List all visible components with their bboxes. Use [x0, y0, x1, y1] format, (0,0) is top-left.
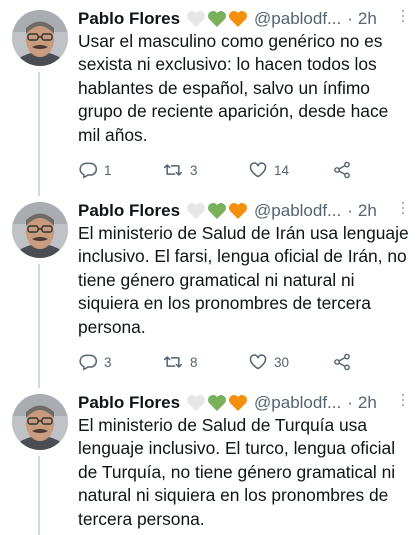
retweet-count: 8	[190, 354, 198, 370]
author-handle[interactable]: @pablodf...	[254, 9, 341, 29]
white-heart-icon	[186, 394, 206, 412]
retweet-button[interactable]: 8	[162, 351, 198, 373]
tweet-text: El ministerio de Salud de Turquía usa le…	[78, 415, 396, 529]
orange-heart-icon	[228, 394, 248, 412]
reply-button[interactable]: 1	[78, 159, 112, 181]
tweet-header: Pablo Flores @pablodf... · 2h	[78, 392, 410, 414]
tweet[interactable]: Pablo Flores @pablodf... · 2h Usar el ma…	[0, 0, 420, 190]
reply-icon	[78, 160, 98, 180]
tweet-actions: 1 3 14	[78, 159, 378, 181]
more-icon[interactable]	[400, 202, 406, 216]
reply-count: 1	[104, 162, 112, 178]
avatar[interactable]	[12, 202, 68, 258]
tweet[interactable]: Pablo Flores @pablodf... · 2h El ministe…	[0, 384, 420, 535]
separator-dot: ·	[347, 9, 353, 28]
share-button[interactable]	[332, 351, 352, 373]
like-button[interactable]: 30	[248, 351, 289, 373]
like-button[interactable]: 14	[248, 159, 289, 181]
timestamp[interactable]: 2h	[358, 393, 377, 413]
white-heart-icon	[186, 202, 206, 220]
retweet-icon	[162, 352, 184, 372]
retweet-count: 3	[190, 162, 198, 178]
name-emoji	[186, 202, 248, 220]
green-heart-icon	[207, 394, 227, 412]
tweet[interactable]: Pablo Flores @pablodf... · 2h El ministe…	[0, 192, 420, 382]
tweet-header: Pablo Flores @pablodf... · 2h	[78, 8, 410, 30]
like-icon	[248, 352, 268, 372]
separator-dot: ·	[347, 393, 353, 412]
tweet-actions: 3 8 30	[78, 351, 378, 373]
more-icon[interactable]	[400, 10, 406, 24]
name-emoji	[186, 394, 248, 412]
retweet-icon	[162, 160, 184, 180]
author-name[interactable]: Pablo Flores	[78, 9, 180, 29]
more-icon[interactable]	[400, 394, 406, 408]
tweet-text: Usar el masculino como genérico no es se…	[78, 31, 389, 145]
orange-heart-icon	[228, 202, 248, 220]
avatar[interactable]	[12, 394, 68, 450]
white-heart-icon	[186, 10, 206, 28]
author-handle[interactable]: @pablodf...	[254, 393, 341, 413]
retweet-button[interactable]: 3	[162, 159, 198, 181]
orange-heart-icon	[228, 10, 248, 28]
reply-count: 3	[104, 354, 112, 370]
separator-dot: ·	[347, 201, 353, 220]
reply-button[interactable]: 3	[78, 351, 112, 373]
name-emoji	[186, 10, 248, 28]
share-button[interactable]	[332, 159, 352, 181]
reply-icon	[78, 352, 98, 372]
tweet-text: El ministerio de Salud de Irán usa lengu…	[78, 223, 409, 337]
like-icon	[248, 160, 268, 180]
share-icon	[332, 352, 352, 372]
share-icon	[332, 160, 352, 180]
green-heart-icon	[207, 10, 227, 28]
author-name[interactable]: Pablo Flores	[78, 393, 180, 413]
timestamp[interactable]: 2h	[358, 9, 377, 29]
like-count: 30	[274, 354, 290, 370]
like-count: 14	[274, 162, 290, 178]
author-handle[interactable]: @pablodf...	[254, 201, 341, 221]
author-name[interactable]: Pablo Flores	[78, 201, 180, 221]
avatar[interactable]	[12, 10, 68, 66]
green-heart-icon	[207, 202, 227, 220]
tweet-header: Pablo Flores @pablodf... · 2h	[78, 200, 410, 222]
timestamp[interactable]: 2h	[358, 201, 377, 221]
